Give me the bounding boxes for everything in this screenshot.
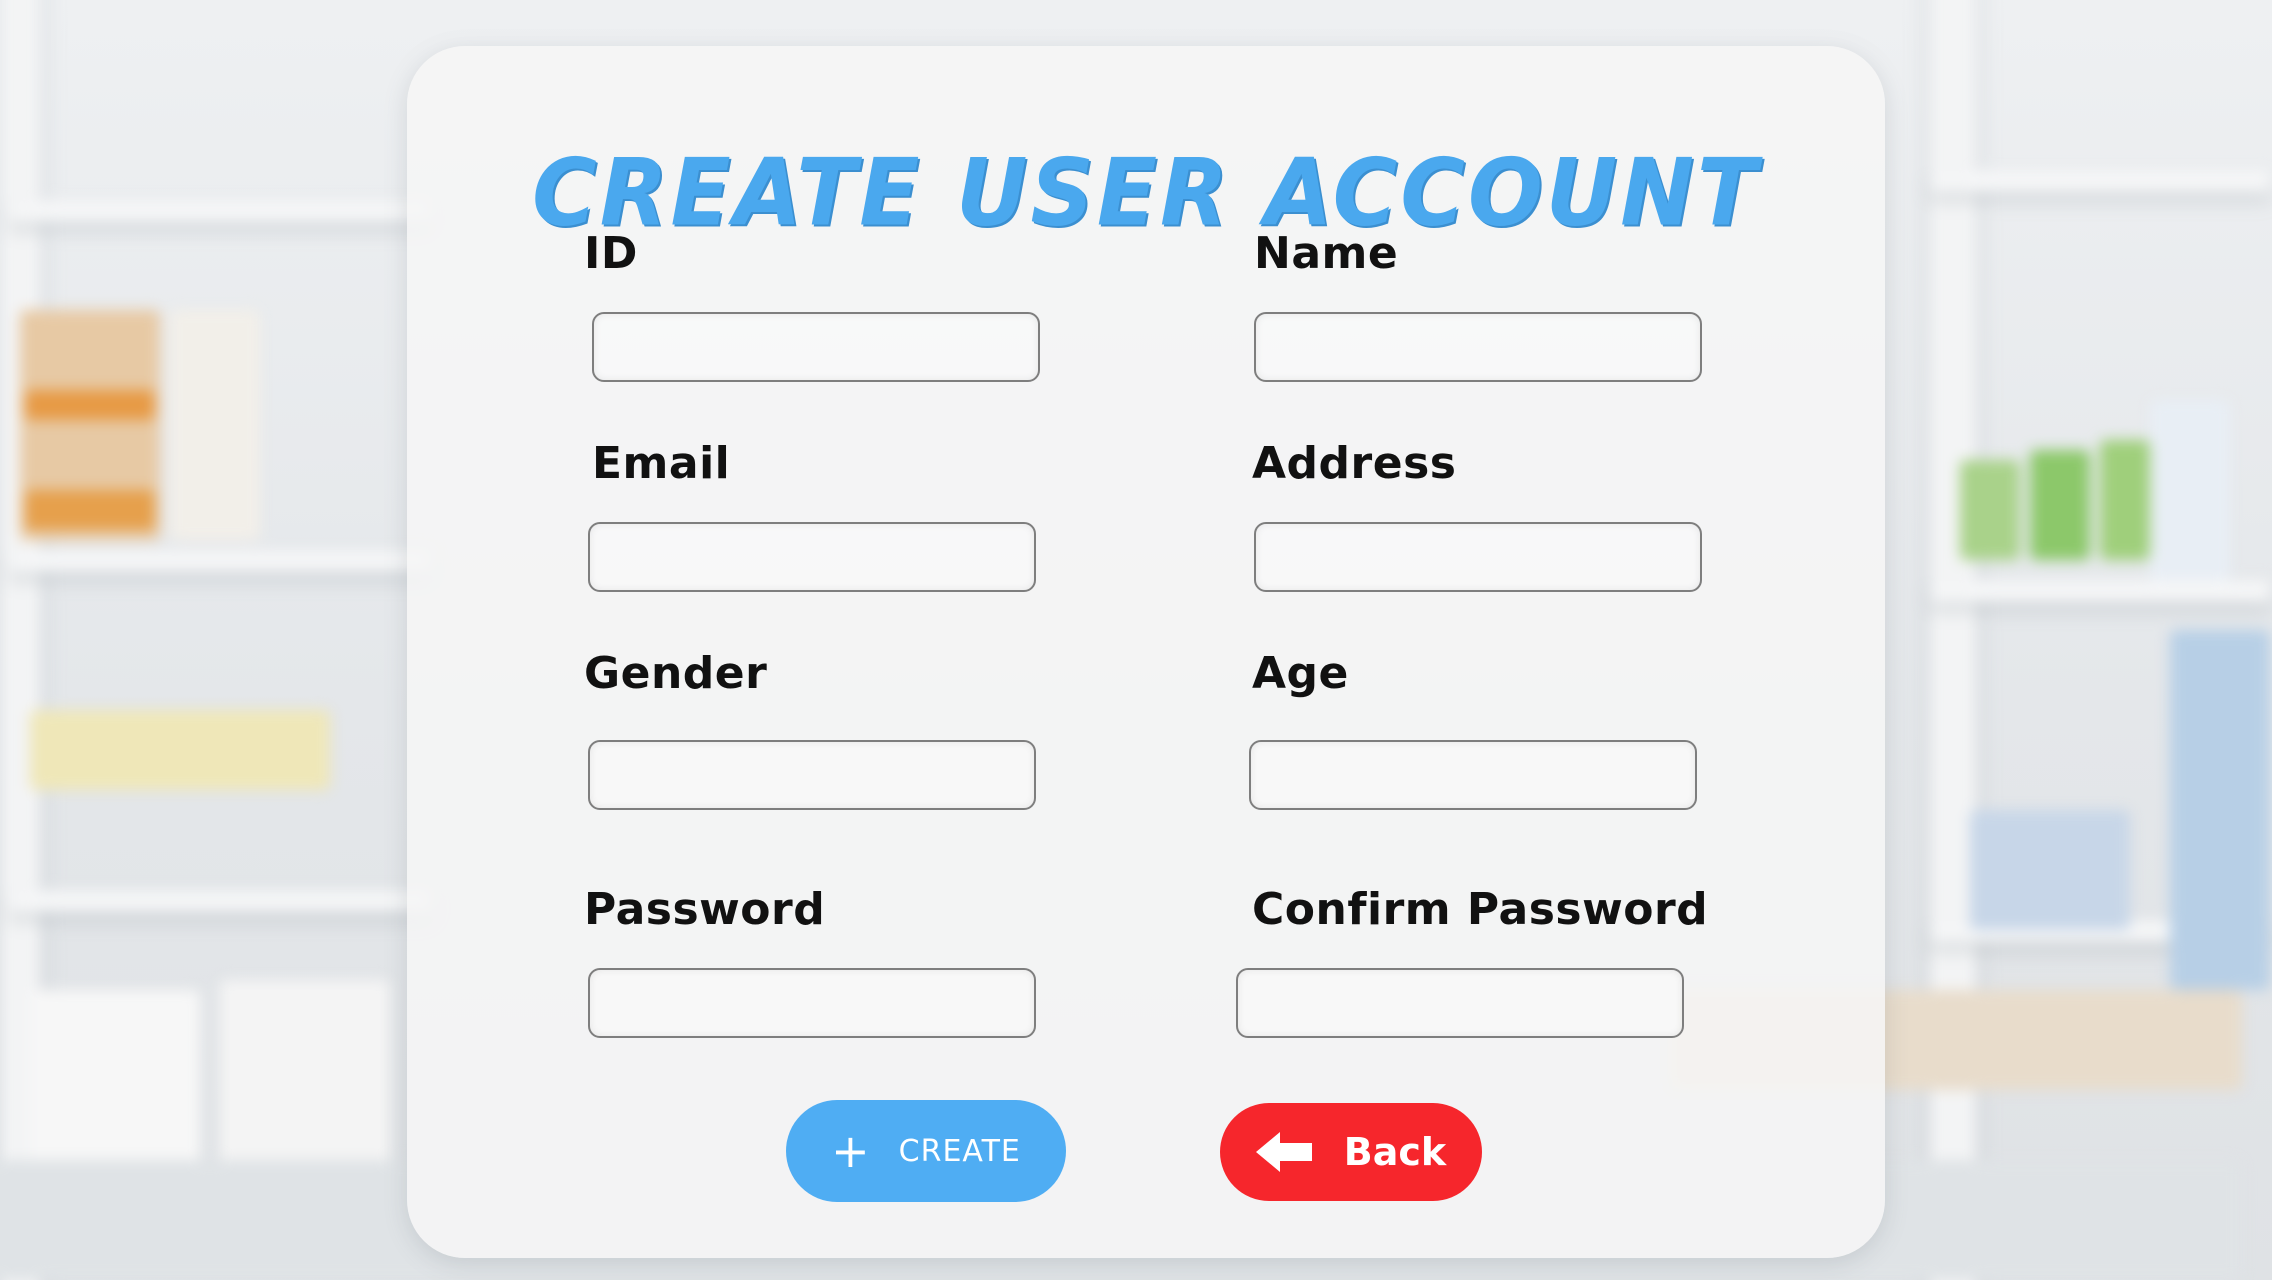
confirm-password-label: Confirm Password — [1252, 884, 1709, 935]
gender-label: Gender — [584, 648, 768, 699]
password-label: Password — [584, 884, 826, 935]
plus-icon: + — [831, 1124, 871, 1178]
back-button-label: Back — [1343, 1130, 1447, 1174]
password-field[interactable] — [588, 968, 1036, 1038]
create-button-label: CREATE — [898, 1133, 1021, 1169]
email-label: Email — [592, 438, 731, 489]
id-label: ID — [584, 228, 638, 279]
address-field[interactable] — [1254, 522, 1702, 592]
id-field[interactable] — [592, 312, 1040, 382]
arrow-left-icon — [1255, 1132, 1312, 1172]
address-label: Address — [1252, 438, 1457, 489]
email-field[interactable] — [588, 522, 1036, 592]
age-field[interactable] — [1249, 740, 1697, 810]
confirm-password-field[interactable] — [1236, 968, 1684, 1038]
age-label: Age — [1252, 648, 1349, 699]
back-button[interactable]: Back — [1220, 1103, 1482, 1201]
gender-field[interactable] — [588, 740, 1036, 810]
create-button[interactable]: + CREATE — [786, 1100, 1066, 1202]
name-field[interactable] — [1254, 312, 1702, 382]
name-label: Name — [1254, 228, 1399, 279]
